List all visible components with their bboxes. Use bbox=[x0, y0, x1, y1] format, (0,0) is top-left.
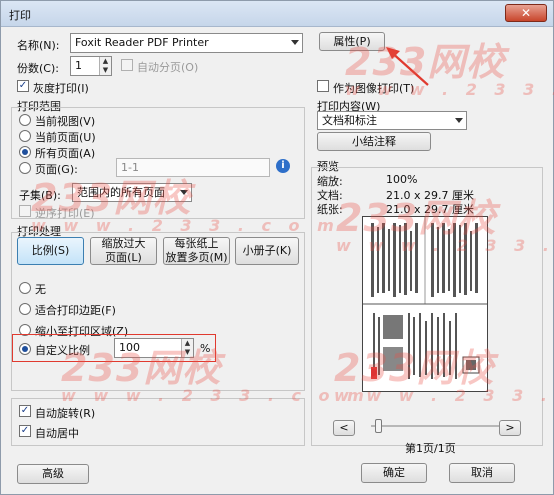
close-button[interactable]: ✕ bbox=[505, 4, 547, 22]
printer-name-label: 名称(N): bbox=[17, 39, 60, 52]
chevron-down-icon bbox=[180, 190, 188, 195]
page-preview bbox=[362, 216, 488, 392]
advanced-button[interactable]: 高级 bbox=[17, 464, 89, 484]
radio-custom-scale[interactable] bbox=[19, 343, 31, 355]
paper-size-value: 21.0 x 29.7 厘米 bbox=[386, 203, 474, 216]
custom-scale-label: 自定义比例 bbox=[35, 344, 90, 357]
next-page-button[interactable]: > bbox=[499, 420, 521, 436]
auto-rotate-label: 自动旋转(R) bbox=[35, 407, 96, 420]
grayscale-checkbox[interactable]: ✓ bbox=[17, 80, 29, 92]
pages-range-value: 1-1 bbox=[121, 161, 139, 174]
radio-current-page[interactable] bbox=[19, 130, 31, 142]
all-pages-label: 所有页面(A) bbox=[35, 147, 96, 160]
auto-center-label: 自动居中 bbox=[35, 427, 79, 440]
radio-scale-none[interactable] bbox=[19, 282, 31, 294]
subset-label: 子集(B): bbox=[19, 189, 61, 202]
auto-center-checkbox[interactable]: ✓ bbox=[19, 425, 31, 437]
multiple-pages-button[interactable]: 每张纸上 放置多页(M) bbox=[163, 237, 230, 265]
collate-label: 自动分页(O) bbox=[137, 61, 199, 74]
info-icon[interactable]: i bbox=[276, 159, 290, 173]
window-title: 打印 bbox=[9, 9, 31, 22]
title-bar: 打印 ✕ bbox=[1, 1, 553, 27]
grayscale-label: 灰度打印(I) bbox=[33, 82, 89, 95]
previous-page-button[interactable]: < bbox=[333, 420, 355, 436]
scale-none-label: 无 bbox=[35, 283, 46, 296]
radio-all-pages[interactable] bbox=[19, 146, 31, 158]
custom-scale-value: 100 bbox=[119, 341, 140, 354]
pages-label: 页面(G): bbox=[35, 163, 78, 176]
shrink-oversized-button[interactable]: 缩放过大 页面(L) bbox=[90, 237, 157, 265]
page-indicator: 第1页/1页 bbox=[405, 442, 456, 455]
zoom-value: 100% bbox=[386, 173, 418, 186]
scale-button[interactable]: 比例(S) bbox=[17, 237, 84, 265]
printer-select-value: Foxit Reader PDF Printer bbox=[75, 36, 209, 49]
print-dialog: 打印 ✕ 名称(N): Foxit Reader PDF Printer 属性(… bbox=[0, 0, 554, 495]
custom-scale-stepper[interactable]: ▲ ▼ bbox=[181, 339, 193, 357]
copies-value: 1 bbox=[75, 59, 82, 72]
radio-current-view[interactable] bbox=[19, 114, 31, 126]
cancel-button[interactable]: 取消 bbox=[449, 463, 515, 483]
reverse-checkbox[interactable] bbox=[19, 205, 31, 217]
annotation-arrow bbox=[386, 47, 429, 86]
page-preview-thumbnail bbox=[363, 217, 487, 391]
summarize-comments-button[interactable]: 小结注释 bbox=[317, 132, 431, 151]
fit-margins-label: 适合打印边距(F) bbox=[35, 304, 116, 317]
chevron-down-icon bbox=[291, 40, 299, 45]
paper-size-label: 纸张: bbox=[317, 203, 343, 216]
print-as-image-checkbox[interactable] bbox=[317, 80, 329, 92]
print-content-value: 文档和标注 bbox=[322, 114, 377, 127]
percent-label: % bbox=[200, 342, 211, 355]
collate-checkbox[interactable] bbox=[121, 59, 133, 71]
booklet-button[interactable]: 小册子(K) bbox=[235, 237, 299, 265]
auto-rotate-checkbox[interactable]: ✓ bbox=[19, 405, 31, 417]
printer-select[interactable]: Foxit Reader PDF Printer bbox=[70, 33, 303, 53]
print-content-select[interactable]: 文档和标注 bbox=[317, 111, 467, 130]
current-view-label: 当前视图(V) bbox=[35, 115, 96, 128]
page-slider-thumb[interactable] bbox=[375, 419, 382, 433]
ok-button[interactable]: 确定 bbox=[361, 463, 427, 483]
reverse-label: 逆序打印(E) bbox=[35, 207, 95, 220]
page-slider-track[interactable] bbox=[371, 425, 499, 427]
radio-fit-margins[interactable] bbox=[19, 303, 31, 315]
current-page-label: 当前页面(U) bbox=[35, 131, 96, 144]
chevron-down-icon bbox=[455, 118, 463, 123]
subset-select[interactable]: 范围内的所有页面 bbox=[72, 183, 192, 202]
copies-label: 份数(C): bbox=[17, 62, 59, 75]
pages-range-input[interactable]: 1-1 bbox=[116, 158, 270, 177]
properties-button[interactable]: 属性(P) bbox=[319, 32, 385, 51]
copies-stepper[interactable]: ▲ ▼ bbox=[99, 57, 111, 75]
subset-select-value: 范围内的所有页面 bbox=[77, 186, 165, 199]
radio-pages[interactable] bbox=[19, 162, 31, 174]
